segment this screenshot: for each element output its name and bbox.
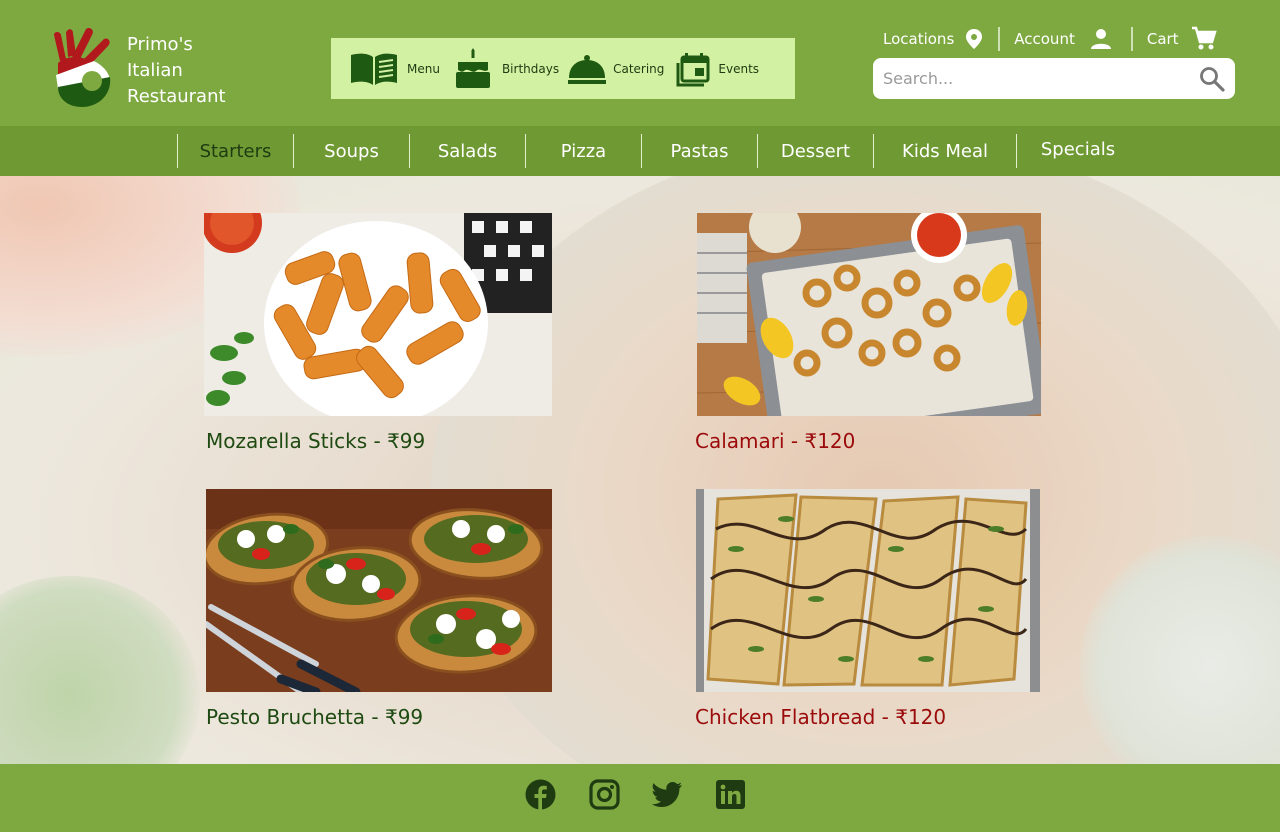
location-pin-icon — [966, 29, 983, 49]
user-icon — [1090, 29, 1111, 49]
quicknav-menu-label: Menu — [407, 61, 440, 76]
tab-salads[interactable]: Salads — [410, 134, 525, 168]
quicknav-menu[interactable]: Menu — [349, 51, 440, 87]
search-icon[interactable] — [1199, 66, 1225, 92]
tab-specials[interactable]: Specials — [1017, 132, 1139, 166]
quicknav-birthdays-label: Birthdays — [501, 61, 560, 76]
menu-card-calamari[interactable]: Calamari - ₹120 — [695, 213, 1041, 453]
menu-card-chicken-flatbread[interactable]: Chicken Flatbread - ₹120 — [695, 489, 1040, 729]
pesto-bruchetta-title[interactable]: Pesto Bruchetta - ₹99 — [206, 705, 423, 729]
menu-book-icon — [351, 53, 397, 85]
quicknav-catering-label: Catering — [613, 61, 665, 76]
cake-icon — [455, 47, 490, 88]
restaurant-logo[interactable] — [52, 25, 116, 109]
brand-name[interactable]: Primo's Italian Restaurant — [127, 32, 226, 110]
quick-nav: Menu Birthdays Catering Events — [331, 38, 795, 99]
tab-pizza[interactable]: Pizza — [526, 134, 641, 168]
quicknav-events[interactable]: Events — [676, 51, 759, 87]
account-label: Account — [1014, 30, 1075, 48]
category-bar: Starters Soups Salads Pizza Pastas Desse… — [0, 126, 1280, 176]
toplinks-divider — [998, 27, 1001, 51]
linkedin-icon[interactable] — [715, 779, 746, 810]
calamari-title[interactable]: Calamari - ₹120 — [695, 429, 855, 453]
menu-content: Mozarella Sticks - ₹99 Calamari - ₹120 P… — [0, 176, 1280, 764]
tab-starters[interactable]: Starters — [178, 134, 293, 168]
brand-line-1: Primo's — [127, 34, 193, 55]
quicknav-birthdays[interactable]: Birthdays — [452, 47, 560, 90]
quicknav-events-label: Events — [718, 61, 760, 76]
locations-label: Locations — [883, 30, 955, 48]
tab-soups[interactable]: Soups — [294, 134, 409, 168]
site-header: Primo's Italian Restaurant Menu Birthday… — [0, 0, 1280, 126]
account-link[interactable]: Account — [1014, 27, 1113, 51]
menu-card-pesto-bruchetta[interactable]: Pesto Bruchetta - ₹99 — [206, 489, 552, 729]
search-box — [873, 58, 1235, 99]
chicken-flatbread-image[interactable] — [696, 489, 1040, 692]
site-footer — [0, 764, 1280, 832]
brand-line-2: Italian — [127, 60, 183, 81]
twitter-icon[interactable] — [651, 779, 683, 810]
chicken-flatbread-title[interactable]: Chicken Flatbread - ₹120 — [695, 705, 946, 729]
locations-link[interactable]: Locations — [883, 28, 984, 50]
tab-pastas[interactable]: Pastas — [642, 134, 757, 168]
cart-label: Cart — [1146, 30, 1179, 48]
mozarella-sticks-image[interactable] — [204, 213, 552, 416]
brand-line-3: Restaurant — [127, 86, 226, 107]
calamari-image[interactable] — [697, 213, 1041, 416]
events-calendar-icon — [676, 52, 710, 86]
quicknav-catering[interactable]: Catering — [567, 52, 664, 86]
cart-icon — [1191, 26, 1217, 50]
background-herbs — [0, 576, 200, 764]
tab-kids-meal[interactable]: Kids Meal — [874, 134, 1016, 168]
toplinks-divider — [1130, 27, 1133, 51]
menu-card-mozarella-sticks[interactable]: Mozarella Sticks - ₹99 — [204, 213, 552, 453]
pesto-bruchetta-image[interactable] — [206, 489, 552, 692]
cart-link[interactable]: Cart — [1147, 26, 1217, 52]
facebook-icon[interactable] — [525, 779, 556, 810]
tab-dessert[interactable]: Dessert — [758, 134, 873, 168]
mozarella-sticks-title[interactable]: Mozarella Sticks - ₹99 — [206, 429, 425, 453]
catering-cloche-icon — [568, 54, 607, 84]
top-links: Locations Account Cart — [883, 26, 1217, 52]
search-input[interactable] — [883, 58, 1183, 99]
instagram-icon[interactable] — [589, 779, 620, 810]
